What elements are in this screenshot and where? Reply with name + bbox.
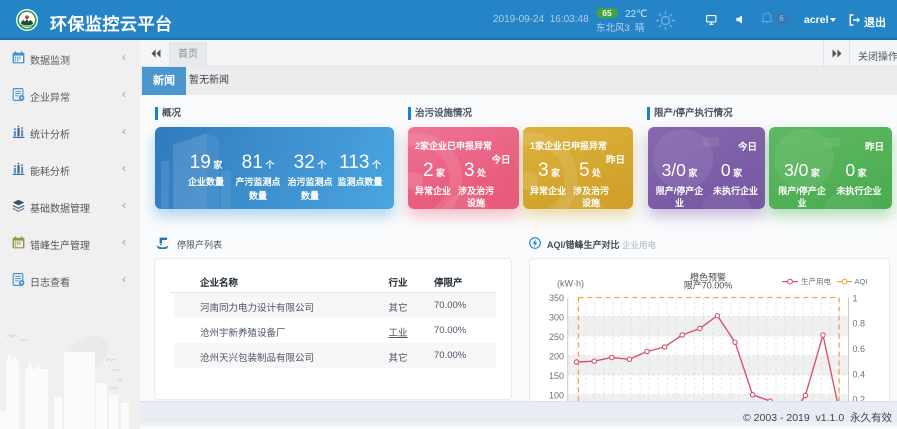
svg-text:150: 150 [549,371,564,381]
svg-text:(kW·h): (kW·h) [557,279,584,289]
svg-text:200: 200 [549,352,564,362]
svg-text:AQI: AQI [855,277,868,286]
svg-text:250: 250 [549,332,564,342]
svg-text:生产用电: 生产用电 [801,276,831,286]
svg-text:1: 1 [853,294,858,304]
svg-text:0.6: 0.6 [853,344,866,354]
svg-text:100: 100 [549,391,564,401]
svg-text:0.4: 0.4 [853,370,866,380]
svg-text:0.8: 0.8 [853,319,866,329]
svg-text:350: 350 [549,293,564,303]
svg-text:300: 300 [549,313,564,323]
svg-text:限产70.00%: 限产70.00% [684,280,733,291]
